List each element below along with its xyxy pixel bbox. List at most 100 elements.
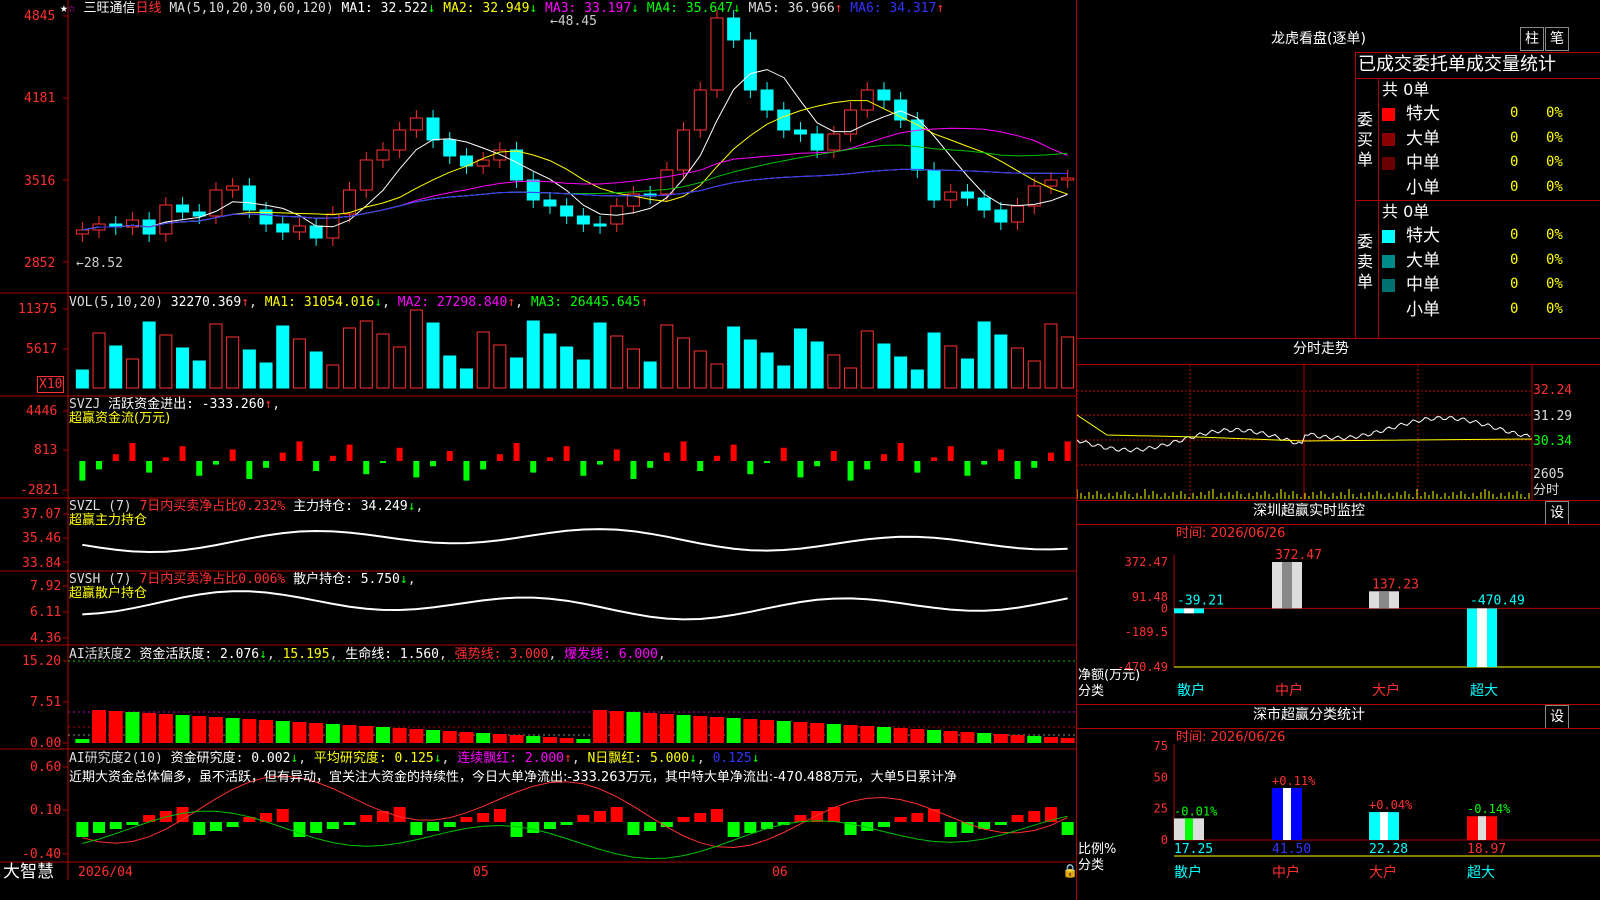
activity-bar bbox=[693, 716, 708, 743]
monitor-settings-button[interactable]: 设 bbox=[1545, 501, 1569, 525]
period-label[interactable]: 日线 bbox=[136, 1, 162, 16]
vol-unit-button[interactable]: X10 bbox=[37, 376, 65, 393]
candle-body bbox=[276, 223, 290, 233]
classify-pct-label: 18.97 bbox=[1467, 842, 1506, 857]
monitor-ylabel: 净额(万元) bbox=[1078, 668, 1141, 683]
fund-flow-bar bbox=[947, 446, 954, 461]
price-axis-label: 4845 bbox=[24, 9, 56, 24]
bar-mode-button[interactable]: 柱 bbox=[1520, 27, 1544, 51]
buy-row-name: 特大 bbox=[1406, 104, 1440, 124]
volume-bar bbox=[910, 369, 924, 389]
monitor-axis-label: -189.5 bbox=[1125, 625, 1168, 639]
activity-bar bbox=[75, 739, 90, 743]
gear-icon[interactable]: ☆ bbox=[68, 1, 76, 16]
activity-bar bbox=[375, 727, 390, 743]
volume-bar bbox=[526, 320, 540, 389]
fund-flow-bar bbox=[313, 461, 320, 471]
activity-bar bbox=[843, 725, 858, 743]
buy-row-pct: 0% bbox=[1546, 178, 1563, 195]
tick-mode-button[interactable]: 笔 bbox=[1545, 27, 1569, 51]
monitor-value-label: 372.47 bbox=[1275, 548, 1322, 563]
candle-body bbox=[526, 179, 540, 201]
monitor-bar-highlight bbox=[1282, 562, 1292, 609]
date-label-start: 2026/04 bbox=[78, 865, 133, 880]
svzl-sub-label: 超赢主力持仓 bbox=[69, 513, 148, 528]
research-bar bbox=[93, 822, 106, 833]
fund-flow-bar bbox=[430, 461, 437, 467]
volume-bar bbox=[192, 360, 206, 389]
candle-body bbox=[226, 185, 240, 191]
candle-body bbox=[844, 109, 858, 135]
activity-bar bbox=[676, 715, 691, 743]
candle-body bbox=[777, 109, 791, 131]
volume-bar bbox=[960, 358, 974, 389]
activity-bar bbox=[542, 737, 557, 743]
intraday-axis-label: 31.29 bbox=[1533, 409, 1573, 424]
research-bar bbox=[109, 822, 122, 829]
fund-flow-bar bbox=[1064, 441, 1071, 461]
candle-body bbox=[409, 117, 423, 131]
volume-bar bbox=[810, 341, 824, 389]
activity-bar bbox=[526, 736, 541, 743]
fund-flow-bar bbox=[964, 461, 971, 476]
sell-row-name: 中单 bbox=[1406, 275, 1440, 295]
sell-row-swatch bbox=[1382, 254, 1395, 268]
activity-bar bbox=[626, 712, 641, 743]
fund-flow-bar bbox=[563, 446, 570, 461]
classify-bar-highlight bbox=[1478, 816, 1486, 840]
activity-bar bbox=[342, 725, 357, 743]
research-bar bbox=[894, 817, 907, 822]
dragon-tabs[interactable]: 已成交委托单成交量统计 bbox=[1358, 54, 1556, 76]
svzj-sub-label: 超赢资金流(万元) bbox=[69, 411, 171, 426]
activity-bar bbox=[309, 723, 324, 743]
volume-bar bbox=[877, 343, 891, 389]
volume-bar bbox=[777, 365, 791, 389]
fund-flow-bar bbox=[513, 443, 520, 461]
candle-body bbox=[810, 133, 824, 151]
research-bar bbox=[1061, 822, 1074, 835]
research-bar bbox=[427, 822, 440, 831]
buy-row-count: 0 bbox=[1510, 129, 1519, 146]
volume-bar bbox=[309, 351, 323, 389]
fund-flow-bar bbox=[79, 461, 86, 481]
activity-bar bbox=[960, 732, 975, 743]
candle-body bbox=[159, 204, 173, 235]
volume-bar bbox=[476, 331, 490, 389]
classify-chart: 75 50 25 0 -0.01% 17.25 散户 +0.11% 41.50 中户 +0.04% 2… bbox=[1154, 739, 1600, 881]
research-bar bbox=[226, 822, 239, 827]
svsh-sub-label: 超赢散户持仓 bbox=[69, 586, 148, 601]
classify-change-label: +0.04% bbox=[1369, 798, 1413, 812]
research-bar bbox=[594, 811, 607, 822]
fund-flow-bar bbox=[830, 451, 837, 461]
candle-body bbox=[242, 185, 256, 211]
volume-bar bbox=[693, 350, 707, 389]
vol-axis-label: 5617 bbox=[26, 342, 58, 357]
research-bar bbox=[126, 822, 139, 825]
buy-orders-label: 委买单 bbox=[1357, 110, 1374, 169]
fund-flow-bar bbox=[814, 461, 821, 467]
buy-row-count: 0 bbox=[1510, 105, 1519, 121]
candle-body bbox=[960, 191, 974, 199]
volume-bar bbox=[376, 333, 390, 389]
activity-bar bbox=[810, 723, 825, 743]
fund-flow-bar bbox=[179, 446, 186, 461]
buy-row-swatch bbox=[1382, 157, 1395, 170]
ai1-axis-label: 0.00 bbox=[30, 736, 62, 751]
ma4-value: MA4: 35.647 bbox=[646, 1, 733, 16]
classify-settings-button[interactable]: 设 bbox=[1545, 705, 1569, 729]
fund-flow-bar bbox=[530, 461, 537, 473]
volume-bar bbox=[626, 348, 640, 389]
intraday-chart[interactable] bbox=[1077, 365, 1600, 501]
price-high-mark: ←48.45 bbox=[550, 14, 597, 29]
fund-flow-bar bbox=[1047, 452, 1054, 461]
activity-bar bbox=[559, 738, 574, 743]
star-icon[interactable]: ★ bbox=[60, 1, 68, 16]
volume-bar bbox=[326, 364, 340, 389]
sell-row-name: 小单 bbox=[1406, 299, 1440, 320]
activity-bar bbox=[242, 719, 257, 743]
fund-flow-bar bbox=[1014, 461, 1021, 479]
volume-bar bbox=[510, 357, 524, 389]
ai1-axis-label: 15.20 bbox=[22, 654, 62, 669]
monitor-category-label: 散户 bbox=[1177, 682, 1205, 699]
classify-category-label: 散户 bbox=[1174, 864, 1202, 881]
